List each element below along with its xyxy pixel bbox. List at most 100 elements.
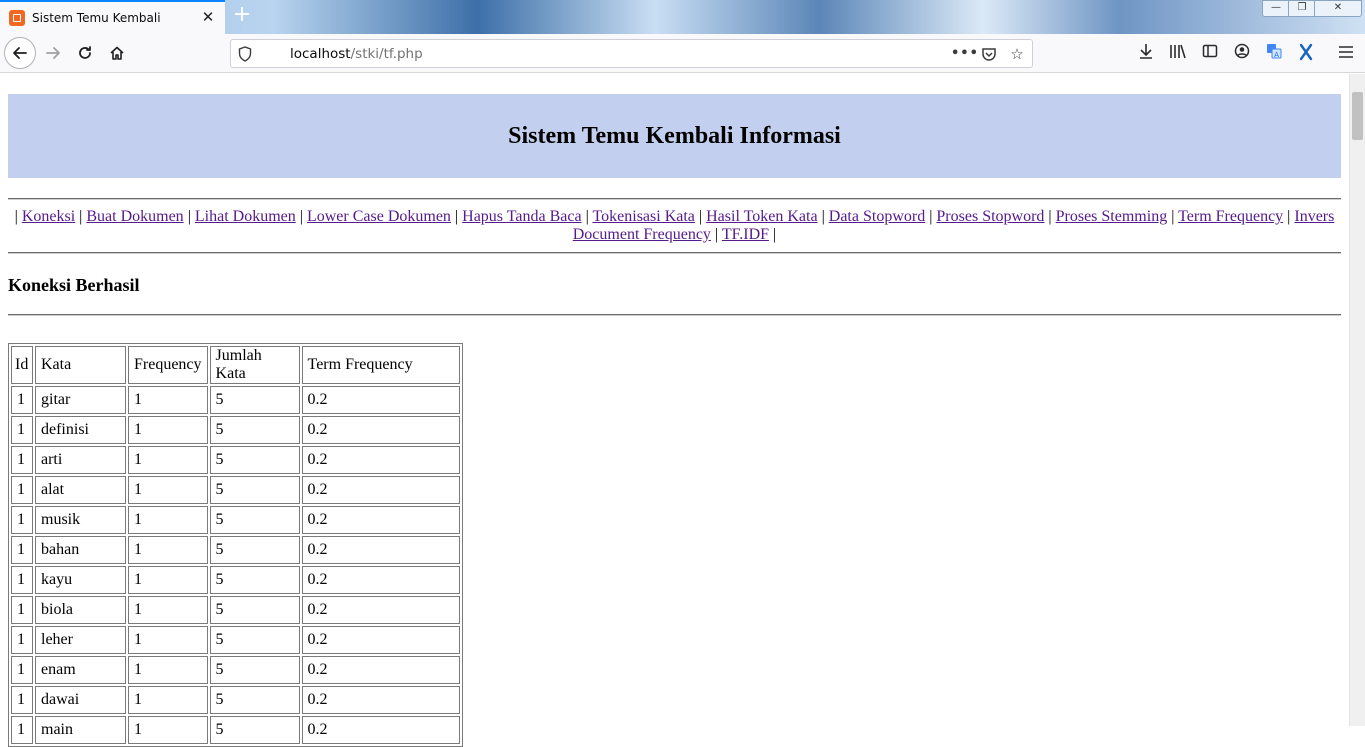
cell-frequency: 1 [128, 536, 208, 564]
cell-kata: kayu [35, 566, 126, 594]
translate-extension-icon[interactable]: A [1263, 43, 1285, 65]
page-actions-more-icon[interactable]: ••• [951, 46, 978, 62]
cell-frequency: 1 [128, 656, 208, 684]
home-button[interactable] [102, 38, 132, 68]
cell-kata: gitar [35, 386, 126, 414]
link-data-stopword[interactable]: Data Stopword [829, 208, 925, 225]
link-separator: | [714, 226, 719, 243]
cell-term-frequency: 0.2 [301, 476, 460, 504]
table-row: 1 dawai 1 5 0.2 [11, 686, 460, 714]
cell-term-frequency: 0.2 [301, 656, 460, 684]
link-separator: | [585, 208, 589, 225]
library-icon[interactable] [1167, 43, 1189, 65]
pocket-icon[interactable] [981, 46, 997, 62]
link-separator: | [773, 226, 777, 243]
cell-jumlah-kata: 5 [209, 416, 300, 444]
downloads-icon[interactable] [1135, 43, 1157, 65]
xampp-extension-icon[interactable] [1295, 43, 1317, 65]
scrollbar-thumb[interactable] [1352, 92, 1363, 140]
cell-jumlah-kata: 5 [209, 446, 300, 474]
cell-id: 1 [11, 656, 33, 684]
link-lower-case-dokumen[interactable]: Lower Case Dokumen [307, 208, 451, 225]
link-separator: | [1171, 208, 1175, 225]
link-buat-dokumen[interactable]: Buat Dokumen [86, 208, 183, 225]
home-icon [110, 46, 124, 60]
link-proses-stemming[interactable]: Proses Stemming [1056, 208, 1168, 225]
link-hasil-token-kata[interactable]: Hasil Token Kata [706, 208, 817, 225]
tracking-shield-icon[interactable] [237, 46, 253, 62]
cell-jumlah-kata: 5 [209, 596, 300, 624]
link-separator: | [929, 208, 933, 225]
cell-id: 1 [11, 386, 33, 414]
bookmark-star-icon[interactable]: ☆ [1009, 46, 1025, 62]
browser-tab[interactable]: Sistem Temu Kembali ✕ [0, 0, 225, 34]
link-proses-stopword[interactable]: Proses Stopword [936, 208, 1044, 225]
link-term-frequency[interactable]: Term Frequency [1178, 208, 1283, 225]
sidebar-icon[interactable] [1199, 43, 1221, 65]
reload-icon [79, 46, 91, 59]
url-bar[interactable]: localhost/stki/tf.php ••• ☆ [230, 39, 1033, 130]
maximize-button[interactable]: ❐ [1288, 0, 1316, 17]
cell-id: 1 [11, 476, 33, 504]
cell-frequency: 1 [128, 506, 208, 534]
cell-frequency: 1 [128, 716, 208, 744]
url-path: /stki/tf.php [350, 46, 423, 62]
page-title: Sistem Temu Kembali Informasi [508, 122, 841, 149]
header-band: Sistem Temu Kembali Informasi [8, 94, 1341, 178]
page-scrollbar[interactable] [1349, 74, 1365, 726]
hamburger-menu-icon[interactable] [1335, 43, 1357, 65]
forward-arrow-icon [46, 47, 60, 59]
table-row: 1 leher 1 5 0.2 [11, 626, 460, 654]
cell-term-frequency: 0.2 [301, 506, 460, 534]
forward-button[interactable] [38, 38, 68, 68]
cell-kata: definisi [35, 416, 126, 444]
link-tokenisasi-kata[interactable]: Tokenisasi Kata [593, 208, 695, 225]
cell-frequency: 1 [128, 626, 208, 654]
cell-frequency: 1 [128, 566, 208, 594]
navigation-toolbar: localhost/stki/tf.php ••• ☆ A [0, 34, 1365, 130]
cell-frequency: 1 [128, 386, 208, 414]
cell-id: 1 [11, 506, 33, 534]
url-host: localhost [290, 46, 351, 62]
cell-jumlah-kata: 5 [209, 686, 300, 714]
column-header-kata: Kata [35, 346, 126, 384]
cell-term-frequency: 0.2 [301, 686, 460, 714]
tab-title: Sistem Temu Kembali [32, 11, 161, 25]
link-tf-idf[interactable]: TF.IDF [722, 226, 769, 243]
link-separator: | [821, 208, 825, 225]
cell-id: 1 [11, 626, 33, 654]
connection-status: Koneksi Berhasil [8, 275, 140, 295]
url-text[interactable]: localhost/stki/tf.php [290, 46, 423, 62]
table-row: 1 biola 1 5 0.2 [11, 596, 460, 624]
link-lihat-dokumen[interactable]: Lihat Dokumen [195, 208, 296, 225]
xampp-favicon-icon [9, 10, 25, 26]
cell-term-frequency: 0.2 [301, 386, 460, 414]
close-window-button[interactable]: ✕ [1314, 0, 1362, 17]
back-arrow-icon [13, 47, 27, 59]
link-koneksi[interactable]: Koneksi [22, 208, 75, 225]
minimize-button[interactable]: — [1262, 0, 1290, 17]
link-separator: | [698, 208, 703, 225]
cell-id: 1 [11, 716, 33, 744]
link-separator: | [187, 208, 191, 225]
cell-term-frequency: 0.2 [301, 716, 460, 744]
table-row: 1 kayu 1 5 0.2 [11, 566, 460, 594]
link-hapus-tanda-baca[interactable]: Hapus Tanda Baca [462, 208, 581, 225]
account-icon[interactable] [1231, 43, 1253, 65]
link-separator: | [1048, 208, 1052, 225]
cell-jumlah-kata: 5 [209, 716, 300, 744]
reload-button[interactable] [70, 38, 100, 68]
new-tab-button[interactable]: + [232, 4, 252, 28]
column-header-term-frequency: Term Frequency [301, 346, 460, 384]
divider [8, 314, 1341, 316]
tab-close-icon[interactable]: ✕ [201, 10, 215, 25]
link-separator: | [14, 208, 18, 225]
table-row: 1 enam 1 5 0.2 [11, 656, 460, 684]
divider [8, 252, 1341, 254]
page-content: Sistem Temu Kembali Informasi | Koneksi … [8, 74, 1341, 747]
table-row: 1 gitar 1 5 0.2 [11, 386, 460, 414]
cell-jumlah-kata: 5 [209, 476, 300, 504]
cell-jumlah-kata: 5 [209, 656, 300, 684]
back-button[interactable] [4, 37, 36, 69]
cell-id: 1 [11, 446, 33, 474]
